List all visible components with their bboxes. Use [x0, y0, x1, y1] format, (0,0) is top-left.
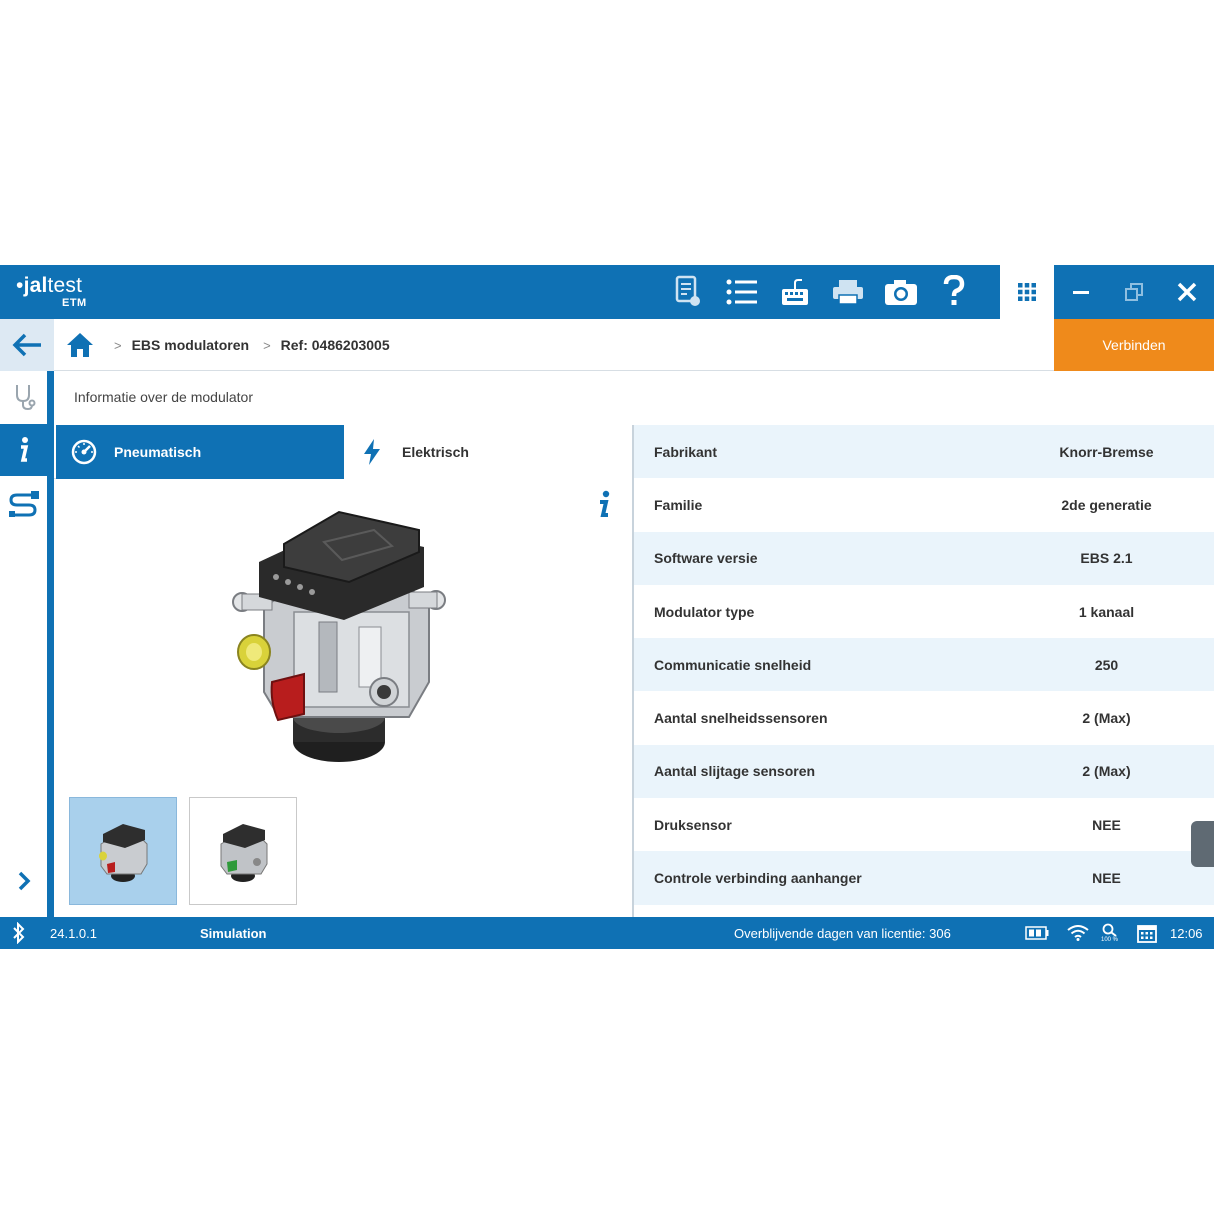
arrow-left-icon — [12, 333, 41, 357]
section-title: Informatie over de modulator — [74, 389, 253, 405]
thumbnail-2[interactable] — [189, 797, 297, 905]
app-window: •jaltest ETM > EBS modulatoren > Ref: 04… — [0, 265, 1214, 949]
modulator-image — [232, 510, 446, 762]
spec-table: Fabrikant Knorr-Bremse Familie 2de generat… — [634, 425, 1214, 905]
tab-label: Pneumatisch — [114, 444, 202, 460]
table-row: Fabrikant Knorr-Bremse — [634, 425, 1214, 479]
breadcrumb-bar: > EBS modulatoren > Ref: 0486203005 Verb… — [0, 319, 1214, 371]
info-icon — [20, 437, 28, 462]
status-bar: 24.1.0.1 Simulation Overblijvende dagen … — [0, 917, 1214, 949]
stethoscope-icon — [15, 385, 35, 411]
spec-key: Communicatie snelheid — [654, 656, 812, 673]
zoom-label: 100 % — [1101, 936, 1119, 943]
spec-value: NEE — [1092, 816, 1121, 833]
home-button[interactable] — [66, 332, 94, 363]
spec-key: Modulator type — [654, 603, 755, 620]
thumbnail-1[interactable] — [69, 797, 177, 905]
close-icon[interactable] — [1160, 265, 1213, 319]
spec-key: Aantal slijtage sensoren — [654, 763, 816, 780]
zoom-indicator[interactable]: 100 % — [1101, 917, 1118, 949]
spec-key: Fabrikant — [654, 443, 718, 460]
calendar-icon[interactable] — [1137, 917, 1157, 949]
connect-button[interactable]: Verbinden — [1054, 319, 1214, 371]
spec-key: Controle verbinding aanhanger — [654, 870, 862, 887]
chevron-right-icon — [18, 871, 30, 891]
clock-label: 12:06 — [1170, 925, 1203, 941]
breadcrumb: > EBS modulatoren > Ref: 0486203005 — [114, 337, 390, 353]
cable-icon — [8, 491, 39, 517]
table-row: Familie 2de generatie — [634, 478, 1214, 532]
window-controls — [1054, 265, 1214, 319]
tab-label: Elektrisch — [402, 444, 469, 460]
info-button[interactable] — [596, 490, 612, 525]
spec-value: NEE — [1092, 870, 1121, 887]
spec-value: 1 kanaal — [1078, 603, 1135, 620]
spec-value: 2de generatie — [1061, 496, 1152, 513]
table-row: Controle verbinding aanhanger NEE — [634, 851, 1214, 905]
spec-key: Familie — [654, 496, 703, 513]
table-row: Software versie EBS 2.1 — [634, 531, 1214, 585]
battery-icon — [1025, 917, 1049, 949]
info-icon — [600, 490, 610, 517]
version-label: 24.1.0.1 — [50, 925, 97, 941]
breadcrumb-item-ebs[interactable]: EBS modulatoren — [132, 337, 249, 353]
home-icon — [67, 333, 93, 357]
bluetooth-icon — [12, 917, 26, 949]
spec-value: 250 — [1094, 656, 1119, 673]
thumbnail-image — [220, 824, 268, 882]
sidebar-item-diagnosis[interactable] — [0, 371, 47, 423]
license-label: Overblijvende dagen van licentie: 306 — [734, 925, 951, 941]
side-panel-handle[interactable] — [1191, 821, 1214, 867]
product-panel — [54, 480, 632, 917]
list-icon[interactable] — [715, 265, 768, 319]
sidebar-item-info[interactable] — [0, 424, 47, 476]
sidebar-item-connection[interactable] — [0, 477, 47, 529]
spec-value: 2 (Max) — [1082, 763, 1131, 780]
tab-elektrisch[interactable]: Elektrisch — [344, 425, 632, 479]
jaltest-logo: •jaltest ETM — [16, 274, 87, 310]
camera-icon[interactable] — [874, 265, 927, 319]
help-icon[interactable] — [927, 265, 980, 319]
gauge-icon — [70, 438, 98, 466]
table-row: Communicatie snelheid 250 — [634, 638, 1214, 692]
mode-label: Simulation — [200, 925, 267, 941]
wifi-icon — [1067, 917, 1089, 949]
table-row: Druksensor NEE — [634, 798, 1214, 852]
printer-icon[interactable] — [821, 265, 874, 319]
back-button[interactable] — [0, 319, 54, 371]
spec-value: EBS 2.1 — [1080, 550, 1133, 567]
table-row: Aantal snelheidssensoren 2 (Max) — [634, 691, 1214, 745]
tab-pneumatisch[interactable]: Pneumatisch — [56, 425, 344, 479]
tab-bar: Pneumatisch Elektrisch — [54, 425, 632, 479]
sidebar-expand-button[interactable] — [0, 855, 47, 907]
magnifier-icon — [1102, 923, 1117, 937]
table-row: Aantal slijtage sensoren 2 (Max) — [634, 744, 1214, 799]
spec-key: Software versie — [654, 550, 758, 567]
restore-icon[interactable] — [1107, 265, 1160, 319]
spec-key: Druksensor — [654, 816, 732, 833]
breadcrumb-item-ref: Ref: 0486203005 — [280, 337, 390, 353]
thumbnail-image — [99, 824, 148, 882]
lightning-icon — [358, 438, 386, 466]
minimize-icon[interactable] — [1054, 265, 1107, 319]
spec-value: Knorr-Bremse — [1059, 443, 1154, 460]
table-row: Modulator type 1 kanaal — [634, 584, 1214, 639]
spec-key: Aantal snelheidssensoren — [654, 710, 828, 727]
report-icon[interactable] — [662, 265, 715, 319]
spec-value: 2 (Max) — [1082, 710, 1131, 727]
keyboard-icon[interactable] — [768, 265, 821, 319]
title-bar: •jaltest ETM — [0, 265, 1000, 319]
sidebar — [0, 371, 54, 917]
grid-apps-icon[interactable] — [1000, 265, 1054, 319]
